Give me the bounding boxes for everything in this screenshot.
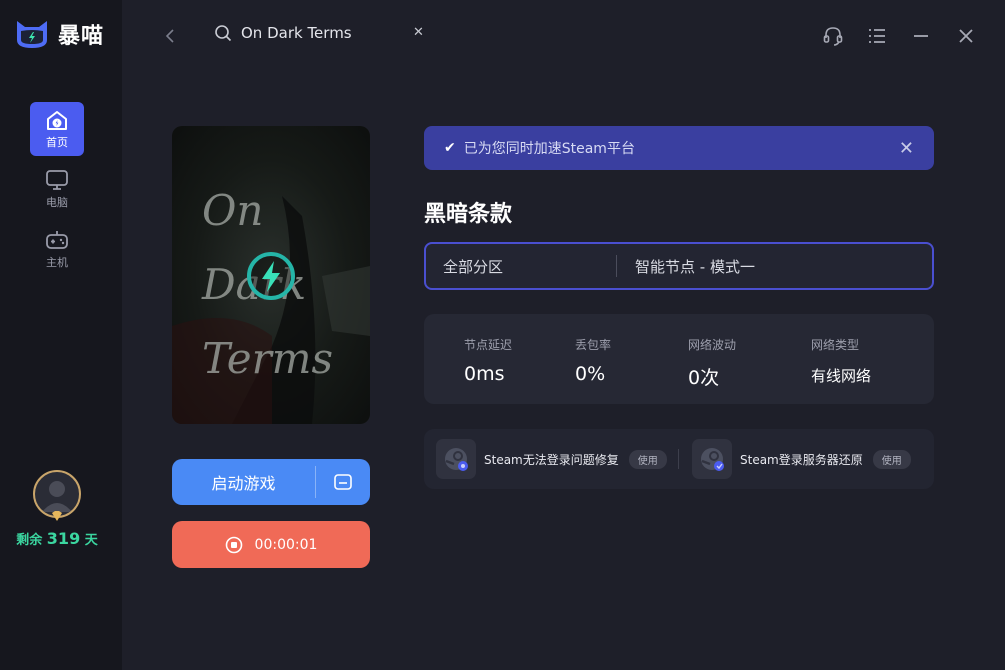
headset-icon[interactable] <box>822 25 844 47</box>
stat-value: 0次 <box>688 367 720 389</box>
game-title: 黑暗条款 <box>424 202 513 227</box>
node-selector[interactable]: 全部分区 智能节点 - 模式一 <box>424 242 934 290</box>
cat-logo-icon <box>17 21 47 48</box>
sidebar-item-label: 主机 <box>46 255 68 269</box>
sidebar-item-label: 首页 <box>46 135 68 149</box>
stat-label: 网络波动 <box>688 338 737 352</box>
cover-line: Terms <box>202 334 334 383</box>
days-prefix: 剩余 <box>16 533 43 548</box>
sidebar-item-console[interactable]: 主机 <box>30 222 84 276</box>
check-icon: ✔ <box>444 140 456 156</box>
back-chevron-icon[interactable] <box>163 27 177 45</box>
sidebar: 暴喵 首页 电脑 主机 剩余 319 天 <box>0 0 122 670</box>
search-bar[interactable]: On Dark Terms <box>214 24 352 42</box>
folder-icon <box>334 474 352 490</box>
steam-fix-icon <box>436 439 476 479</box>
stat-label: 丢包率 <box>575 338 612 352</box>
tools-divider <box>678 449 679 469</box>
search-clear-icon[interactable]: ✕ <box>413 25 424 40</box>
search-icon <box>215 25 232 42</box>
cover-line: On <box>202 186 264 235</box>
steam-notice-banner: ✔ 已为您同时加速Steam平台 ✕ <box>424 126 934 170</box>
banner-close-icon[interactable]: ✕ <box>899 138 914 159</box>
search-query[interactable]: On Dark Terms <box>241 24 352 42</box>
days-suffix: 天 <box>84 533 98 548</box>
stat-network-type: 网络类型 有线网络 <box>811 336 871 386</box>
node-select[interactable]: 智能节点 - 模式一 <box>617 256 755 277</box>
stop-icon <box>225 536 242 553</box>
tool-name: Steam无法登录问题修复 <box>484 452 619 467</box>
gamepad-icon <box>46 230 68 249</box>
menu-list-icon[interactable] <box>866 25 888 47</box>
days-count: 319 <box>46 529 81 548</box>
open-folder-button[interactable] <box>316 472 370 492</box>
use-button[interactable]: 使用 <box>628 449 667 469</box>
stat-packet-loss: 丢包率 0% <box>575 336 611 385</box>
stat-latency: 节点延迟 0ms <box>464 336 512 385</box>
vip-badge-icon <box>52 511 62 521</box>
sidebar-item-label: 电脑 <box>46 195 68 209</box>
banner-text: 已为您同时加速Steam平台 <box>463 141 635 157</box>
tools-panel: Steam无法登录问题修复 使用 Steam登录服务器还原 使用 <box>424 429 934 489</box>
user-avatar-icon <box>42 481 72 512</box>
stat-value: 0ms <box>464 363 505 385</box>
stat-value: 0% <box>575 363 606 385</box>
network-stats-panel: 节点延迟 0ms 丢包率 0% 网络波动 0次 网络类型 有线网络 <box>424 314 934 404</box>
subscription-days: 剩余 319 天 <box>0 529 114 548</box>
stat-label: 网络类型 <box>811 338 860 352</box>
sidebar-item-pc[interactable]: 电脑 <box>30 162 84 216</box>
steam-restore-icon <box>692 439 732 479</box>
use-button[interactable]: 使用 <box>872 449 911 469</box>
tool-steam-server-restore[interactable]: Steam登录服务器还原 使用 <box>692 439 911 479</box>
app-window: 暴喵 首页 电脑 主机 剩余 319 天 On Dark Terms ✕ On … <box>0 0 1005 670</box>
stat-label: 节点延迟 <box>464 338 513 352</box>
close-icon[interactable] <box>956 25 976 47</box>
start-game-label: 启动游戏 <box>211 474 276 493</box>
home-bolt-icon <box>47 110 67 130</box>
tool-name: Steam登录服务器还原 <box>740 452 863 467</box>
stop-accelerate-button[interactable]: 00:00:01 <box>172 521 370 568</box>
app-name: 暴喵 <box>58 24 105 49</box>
stat-value: 有线网络 <box>811 367 872 385</box>
accelerate-bolt-icon[interactable] <box>244 249 298 303</box>
sidebar-item-home[interactable]: 首页 <box>30 102 84 156</box>
game-cover: On Dark Terms <box>172 126 370 424</box>
minimize-icon[interactable] <box>911 25 931 47</box>
timer-value: 00:00:01 <box>254 536 318 553</box>
start-game-button[interactable]: 启动游戏 <box>172 459 370 505</box>
monitor-icon <box>46 169 68 190</box>
stat-jitter: 网络波动 0次 <box>688 336 736 390</box>
region-select[interactable]: 全部分区 <box>426 256 616 277</box>
tool-steam-login-fix[interactable]: Steam无法登录问题修复 使用 <box>436 439 667 479</box>
app-logo: 暴喵 <box>14 18 104 50</box>
